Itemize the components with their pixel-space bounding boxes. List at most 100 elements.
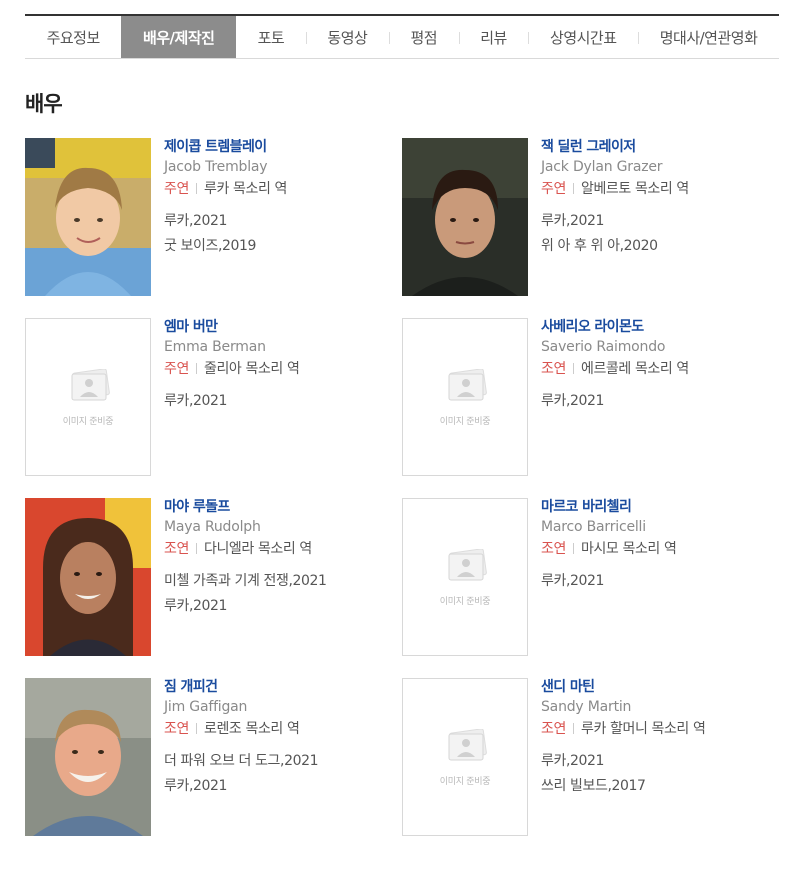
placeholder-text: 이미지 준비중 <box>439 777 491 787</box>
tab-bar: 주요정보 배우/제작진 포토 동영상 평점 리뷰 상영시간표 명대사/연관영화 <box>25 14 779 59</box>
divider <box>195 363 197 374</box>
actor-name[interactable]: 잭 딜런 그레이저 <box>541 138 771 156</box>
role-type: 주연 <box>541 181 566 197</box>
film-item[interactable]: 굿 보이즈,2019 <box>164 234 394 259</box>
film-item[interactable]: 루카,2021 <box>164 594 394 619</box>
filmography: 루카,2021 굿 보이즈,2019 <box>164 209 394 259</box>
role-type: 주연 <box>164 181 189 197</box>
tab-rating[interactable]: 평점 <box>388 16 459 58</box>
actor-name-en: Maya Rudolph <box>164 519 261 535</box>
role-name: 루카 할머니 목소리 역 <box>580 721 706 737</box>
divider <box>195 183 197 194</box>
divider <box>572 363 574 374</box>
actor-photo[interactable] <box>25 138 151 296</box>
cast-item: 이미지 준비중 샌디 마틴 Sandy Martin 조연 루카 할머니 목소리 … <box>402 678 772 838</box>
actor-name[interactable]: 사베리오 라이몬도 <box>541 318 771 336</box>
tab-quotes-related[interactable]: 명대사/연관영화 <box>638 16 779 58</box>
cast-item: 잭 딜런 그레이저 Jack Dylan Grazer 주연 알베르토 목소리 역… <box>402 138 772 298</box>
actor-role: 주연 줄리아 목소리 역 <box>164 358 394 380</box>
role-name: 루카 목소리 역 <box>203 181 287 197</box>
cast-item: 이미지 준비중 마르코 바리첼리 Marco Barricelli 조연 마시모 … <box>402 498 772 658</box>
actor-photo-placeholder[interactable]: 이미지 준비중 <box>25 318 151 476</box>
section-title: 배우 <box>25 92 63 116</box>
placeholder-text: 이미지 준비중 <box>439 417 491 427</box>
tab-video[interactable]: 동영상 <box>305 16 389 58</box>
cast-item: 이미지 준비중 엠마 버만 Emma Berman 주연 줄리아 목소리 역 루카… <box>25 318 395 478</box>
image-placeholder-icon <box>448 549 487 581</box>
tab-cast-crew[interactable]: 배우/제작진 <box>121 16 237 58</box>
filmography: 루카,2021 위 아 후 위 아,2020 <box>541 209 771 259</box>
image-placeholder-icon <box>448 369 487 401</box>
actor-name[interactable]: 짐 개피건 <box>164 678 394 696</box>
role-type: 조연 <box>164 721 189 737</box>
placeholder-text: 이미지 준비중 <box>62 417 114 427</box>
film-item[interactable]: 미첼 가족과 기계 전쟁,2021 <box>164 569 394 594</box>
film-item[interactable]: 쓰리 빌보드,2017 <box>541 774 771 799</box>
actor-photo-placeholder[interactable]: 이미지 준비중 <box>402 318 528 476</box>
role-type: 주연 <box>164 361 189 377</box>
cast-item: 이미지 준비중 사베리오 라이몬도 Saverio Raimondo 조연 에르콜… <box>402 318 772 478</box>
actor-name[interactable]: 샌디 마틴 <box>541 678 771 696</box>
cast-item: 마야 루돌프 Maya Rudolph 조연 다니엘라 목소리 역 미첼 가족과 … <box>25 498 395 658</box>
actor-name[interactable]: 마야 루돌프 <box>164 498 394 516</box>
filmography: 미첼 가족과 기계 전쟁,2021 루카,2021 <box>164 569 394 619</box>
film-item[interactable]: 루카,2021 <box>541 209 771 234</box>
filmography: 루카,2021 <box>164 389 394 414</box>
actor-name-en: Jim Gaffigan <box>164 699 248 715</box>
role-type: 조연 <box>541 541 566 557</box>
role-type: 조연 <box>164 541 189 557</box>
film-item[interactable]: 루카,2021 <box>164 209 394 234</box>
role-name: 에르콜레 목소리 역 <box>580 361 689 377</box>
divider <box>195 723 197 734</box>
role-type: 조연 <box>541 721 566 737</box>
actor-photo-placeholder[interactable]: 이미지 준비중 <box>402 498 528 656</box>
actor-name-en: Jacob Tremblay <box>164 159 268 175</box>
actor-role: 조연 에르콜레 목소리 역 <box>541 358 771 380</box>
filmography: 루카,2021 쓰리 빌보드,2017 <box>541 749 771 799</box>
filmography: 루카,2021 <box>541 389 771 414</box>
filmography: 더 파워 오브 더 도그,2021 루카,2021 <box>164 749 394 799</box>
actor-role: 주연 알베르토 목소리 역 <box>541 178 771 200</box>
film-item[interactable]: 루카,2021 <box>541 749 771 774</box>
role-name: 알베르토 목소리 역 <box>580 181 689 197</box>
actor-role: 조연 루카 할머니 목소리 역 <box>541 718 771 740</box>
actor-role: 조연 다니엘라 목소리 역 <box>164 538 394 560</box>
tab-main-info[interactable]: 주요정보 <box>25 16 121 58</box>
actor-name[interactable]: 마르코 바리첼리 <box>541 498 771 516</box>
actor-photo[interactable] <box>25 678 151 836</box>
divider <box>572 723 574 734</box>
divider <box>572 183 574 194</box>
actor-name-en: Marco Barricelli <box>541 519 646 535</box>
actor-name-en: Jack Dylan Grazer <box>541 159 663 175</box>
film-item[interactable]: 루카,2021 <box>164 774 394 799</box>
actor-name-en: Emma Berman <box>164 339 266 355</box>
actor-name-en: Saverio Raimondo <box>541 339 666 355</box>
role-name: 마시모 목소리 역 <box>580 541 677 557</box>
film-item[interactable]: 루카,2021 <box>164 389 394 414</box>
divider <box>572 543 574 554</box>
film-item[interactable]: 루카,2021 <box>541 569 771 594</box>
actor-name[interactable]: 제이콥 트렘블레이 <box>164 138 394 156</box>
actor-photo[interactable] <box>402 138 528 296</box>
role-name: 다니엘라 목소리 역 <box>203 541 312 557</box>
film-item[interactable]: 위 아 후 위 아,2020 <box>541 234 771 259</box>
actor-name-en: Sandy Martin <box>541 699 632 715</box>
filmography: 루카,2021 <box>541 569 771 594</box>
role-type: 조연 <box>541 361 566 377</box>
actor-photo-placeholder[interactable]: 이미지 준비중 <box>402 678 528 836</box>
image-placeholder-icon <box>71 369 110 401</box>
tab-showtimes[interactable]: 상영시간표 <box>528 16 638 58</box>
film-item[interactable]: 루카,2021 <box>541 389 771 414</box>
actor-role: 주연 루카 목소리 역 <box>164 178 394 200</box>
film-item[interactable]: 더 파워 오브 더 도그,2021 <box>164 749 394 774</box>
actor-photo[interactable] <box>25 498 151 656</box>
actor-name[interactable]: 엠마 버만 <box>164 318 394 336</box>
cast-item: 제이콥 트렘블레이 Jacob Tremblay 주연 루카 목소리 역 루카,2… <box>25 138 395 298</box>
image-placeholder-icon <box>448 729 487 761</box>
tab-photo[interactable]: 포토 <box>236 16 306 58</box>
cast-item: 짐 개피건 Jim Gaffigan 조연 로렌조 목소리 역 더 파워 오브 더… <box>25 678 395 838</box>
divider <box>195 543 197 554</box>
tab-review[interactable]: 리뷰 <box>458 16 529 58</box>
role-name: 줄리아 목소리 역 <box>203 361 300 377</box>
actor-role: 조연 마시모 목소리 역 <box>541 538 771 560</box>
